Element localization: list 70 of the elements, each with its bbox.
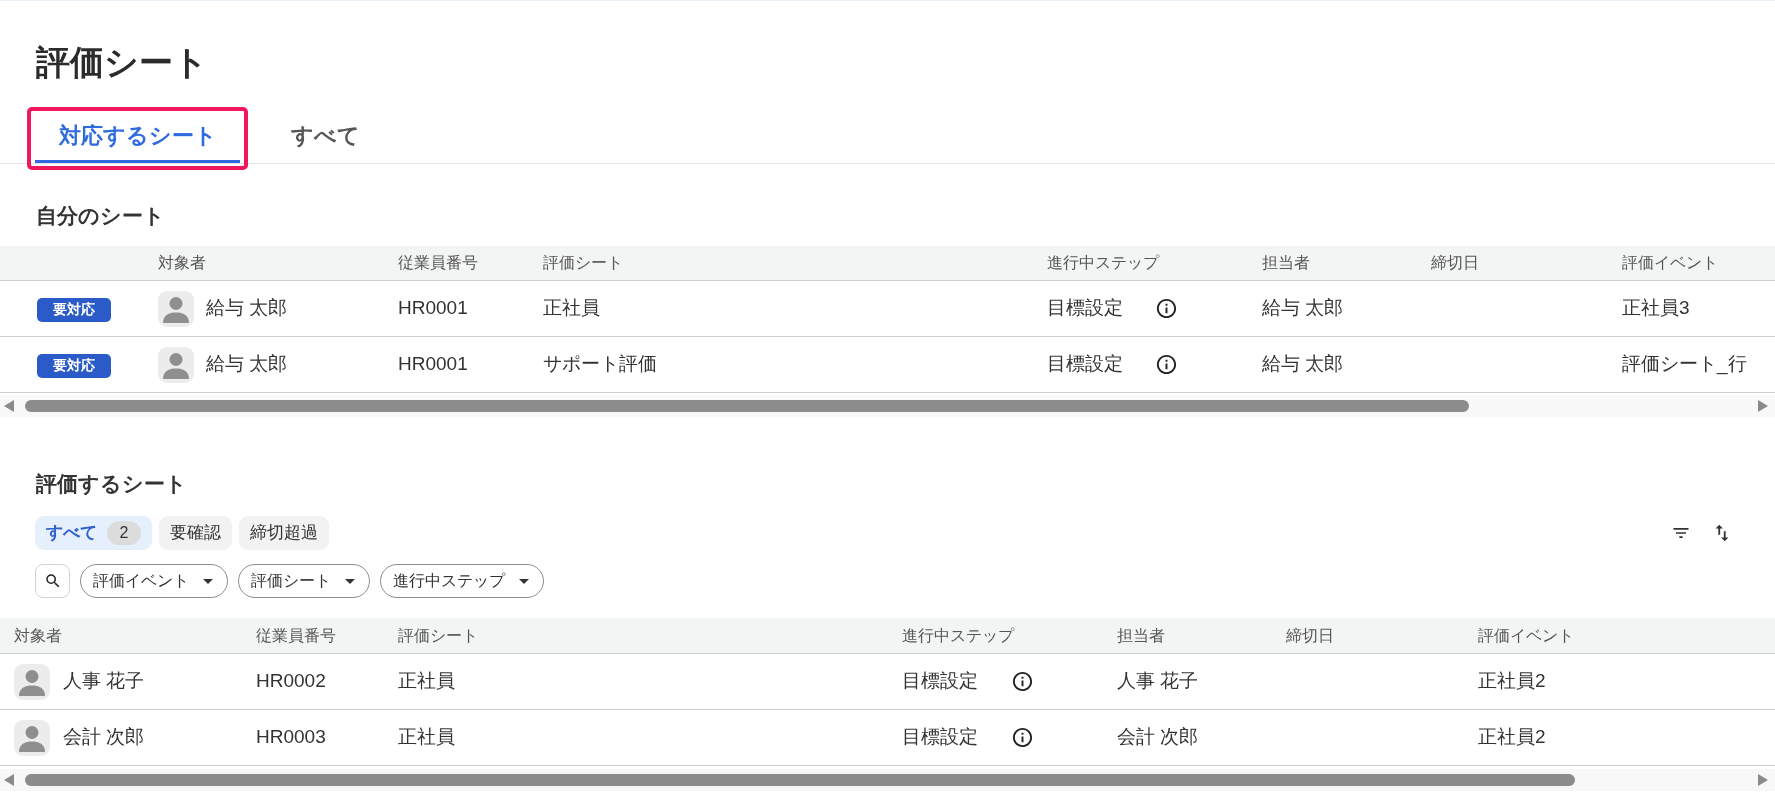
- section-title: 評価するシート: [35, 471, 188, 497]
- table-cell-text: 給与 太郎: [1262, 296, 1344, 321]
- info-icon[interactable]: [1011, 726, 1034, 749]
- table-cell-text: 給与 太郎: [1262, 352, 1344, 377]
- table-cell-text: 人事 花子: [63, 669, 145, 694]
- filter-chip[interactable]: すべて 2: [35, 516, 152, 550]
- table-cell-text: HR0002: [256, 669, 326, 694]
- table-cell-text: 会計 次郎: [1117, 725, 1199, 750]
- info-icon[interactable]: [1155, 297, 1178, 320]
- info-icon[interactable]: [1155, 353, 1178, 376]
- avatar-icon: [158, 290, 194, 327]
- column-header: 評価イベント: [1622, 253, 1718, 273]
- table-cell-text: 目標設定: [1047, 352, 1123, 377]
- table-cell-text: 正社員2: [1478, 669, 1546, 694]
- caret-icon: [345, 578, 355, 584]
- table-cell-text: 評価シート_行: [1622, 352, 1747, 377]
- column-header: 締切日: [1286, 625, 1334, 646]
- scroll-right-icon[interactable]: [1758, 774, 1768, 786]
- avatar-icon: [14, 663, 50, 700]
- table-cell-text: 目標設定: [902, 725, 978, 750]
- column-header: 進行中ステップ: [1047, 253, 1159, 273]
- count-badge: 2: [107, 521, 141, 545]
- table-cell-text: 会計 次郎: [63, 725, 145, 750]
- table-cell-text: 正社員: [398, 669, 455, 694]
- table-cell-text: 目標設定: [1047, 296, 1123, 321]
- horizontal-scrollbar[interactable]: [0, 395, 1775, 417]
- table-cell-text: 人事 花子: [1117, 669, 1199, 694]
- column-header: 評価シート: [398, 625, 478, 646]
- table-cell-text: 給与 太郎: [206, 352, 288, 377]
- caret-icon: [203, 578, 213, 584]
- column-header: 進行中ステップ: [902, 625, 1014, 646]
- search-button[interactable]: [35, 564, 70, 598]
- column-header: 従業員番号: [256, 625, 336, 646]
- table-cell-text: 給与 太郎: [206, 296, 288, 321]
- tab[interactable]: 対応するシート: [35, 111, 240, 163]
- scrollbar-thumb[interactable]: [25, 774, 1575, 786]
- scroll-right-icon[interactable]: [1758, 400, 1768, 412]
- filter-chip[interactable]: 締切超過: [239, 516, 329, 550]
- avatar-icon: [14, 719, 50, 756]
- scroll-left-icon[interactable]: [4, 774, 14, 786]
- filter-chip[interactable]: 要確認: [159, 516, 232, 550]
- table-cell-text: 正社員: [543, 296, 600, 321]
- table-cell-text: HR0001: [398, 352, 468, 377]
- table-cell-text: サポート評価: [543, 352, 657, 377]
- table-cell-text: 目標設定: [902, 669, 978, 694]
- table-cell-text: HR0003: [256, 725, 326, 750]
- scroll-left-icon[interactable]: [4, 400, 14, 412]
- column-header: 従業員番号: [398, 253, 478, 273]
- column-header: 担当者: [1117, 625, 1165, 646]
- column-header: 対象者: [158, 253, 206, 273]
- table-cell-text: 正社員2: [1478, 725, 1546, 750]
- section-title: 自分のシート: [35, 203, 166, 229]
- column-header: 評価シート: [543, 253, 623, 273]
- status-badge: 要対応: [37, 297, 111, 322]
- column-header: 評価イベント: [1478, 625, 1574, 646]
- column-header: 担当者: [1262, 253, 1310, 273]
- table-cell-text: HR0001: [398, 296, 468, 321]
- column-header: 締切日: [1431, 253, 1479, 273]
- caret-icon: [519, 578, 529, 584]
- avatar-icon: [158, 346, 194, 383]
- status-badge: 要対応: [37, 353, 111, 378]
- search-icon: [43, 572, 62, 590]
- table-cell-text: 正社員3: [1622, 296, 1690, 321]
- column-header: 対象者: [14, 625, 62, 646]
- scrollbar-thumb[interactable]: [25, 400, 1469, 412]
- info-icon[interactable]: [1011, 670, 1034, 693]
- horizontal-scrollbar[interactable]: [0, 769, 1775, 791]
- tab[interactable]: すべて: [250, 111, 400, 163]
- page-title: 評価シート: [36, 42, 209, 83]
- table-cell-text: 正社員: [398, 725, 455, 750]
